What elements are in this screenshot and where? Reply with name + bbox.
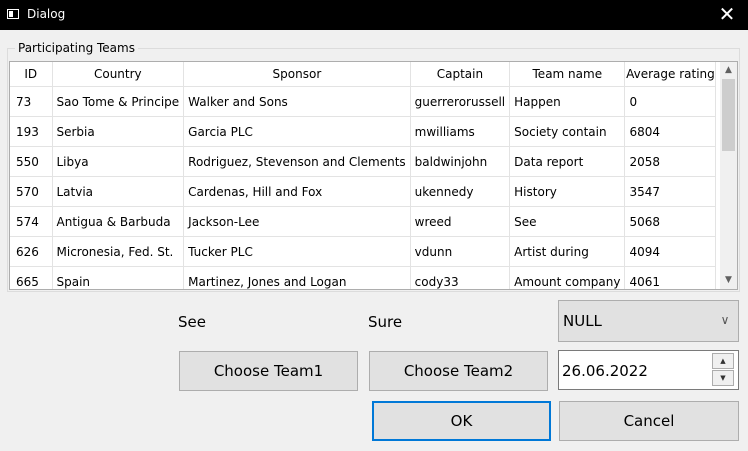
cell-sponsor[interactable]: Martinez, Jones and Logan bbox=[183, 266, 411, 289]
cell-team-name[interactable]: Happen bbox=[509, 86, 626, 117]
cell-id[interactable]: 665 bbox=[10, 266, 53, 289]
column-header-captain[interactable]: Captain bbox=[410, 62, 511, 87]
cell-country[interactable]: Serbia bbox=[52, 116, 185, 147]
choose-team1-button[interactable]: Choose Team1 bbox=[179, 351, 358, 391]
date-spin-buttons: ▲ ▼ bbox=[712, 353, 736, 387]
cell-id[interactable]: 570 bbox=[10, 176, 53, 207]
cell-captain[interactable]: mwilliams bbox=[410, 116, 511, 147]
spin-up-icon[interactable]: ▲ bbox=[712, 353, 734, 369]
column-header-sponsor[interactable]: Sponsor bbox=[183, 62, 411, 87]
cell-country[interactable]: Micronesia, Fed. St. bbox=[52, 236, 185, 267]
window-title: Dialog bbox=[27, 7, 66, 21]
cell-average-rating[interactable]: 4094 bbox=[624, 236, 717, 267]
scroll-down-icon[interactable]: ▼ bbox=[720, 272, 737, 289]
cell-id[interactable]: 550 bbox=[10, 146, 53, 177]
cell-sponsor[interactable]: Tucker PLC bbox=[183, 236, 411, 267]
cell-captain[interactable]: vdunn bbox=[410, 236, 511, 267]
title-bar: Dialog ✕ bbox=[0, 0, 748, 30]
cell-sponsor[interactable]: Cardenas, Hill and Fox bbox=[183, 176, 411, 207]
chevron-down-icon[interactable]: ∨ bbox=[718, 311, 732, 329]
cell-country[interactable]: Antigua & Barbuda bbox=[52, 206, 185, 237]
cell-captain[interactable]: ukennedy bbox=[410, 176, 511, 207]
cell-team-name[interactable]: See bbox=[509, 206, 626, 237]
scrollbar-thumb[interactable] bbox=[722, 79, 735, 151]
close-icon[interactable]: ✕ bbox=[716, 3, 738, 25]
table-row[interactable]: 665 Spain Martinez, Jones and Logan cody… bbox=[10, 266, 717, 289]
cell-country[interactable]: Latvia bbox=[52, 176, 185, 207]
cell-captain[interactable]: guerrerorussell bbox=[410, 86, 511, 117]
cell-average-rating[interactable]: 2058 bbox=[624, 146, 717, 177]
cell-captain[interactable]: wreed bbox=[410, 206, 511, 237]
table-header-row: ID Country Sponsor Captain Team name Ave… bbox=[10, 62, 717, 87]
cell-team-name[interactable]: Artist during bbox=[509, 236, 626, 267]
cell-sponsor[interactable]: Jackson-Lee bbox=[183, 206, 411, 237]
team2-label: Sure bbox=[368, 313, 403, 331]
scroll-up-icon[interactable]: ▲ bbox=[720, 62, 737, 79]
window-icon bbox=[7, 9, 19, 19]
cell-id[interactable]: 193 bbox=[10, 116, 53, 147]
cell-sponsor[interactable]: Garcia PLC bbox=[183, 116, 411, 147]
table-row[interactable]: 550 Libya Rodriguez, Stevenson and Cleme… bbox=[10, 146, 717, 177]
cell-country[interactable]: Sao Tome & Principe bbox=[52, 86, 185, 117]
table-row[interactable]: 626 Micronesia, Fed. St. Tucker PLC vdun… bbox=[10, 236, 717, 267]
cell-team-name[interactable]: History bbox=[509, 176, 626, 207]
cell-id[interactable]: 626 bbox=[10, 236, 53, 267]
cell-sponsor[interactable]: Rodriguez, Stevenson and Clements bbox=[183, 146, 411, 177]
column-header-country[interactable]: Country bbox=[52, 62, 185, 87]
cell-id[interactable]: 574 bbox=[10, 206, 53, 237]
cell-average-rating[interactable]: 3547 bbox=[624, 176, 717, 207]
teams-table[interactable]: ID Country Sponsor Captain Team name Ave… bbox=[9, 61, 738, 290]
cell-average-rating[interactable]: 0 bbox=[624, 86, 717, 117]
cell-captain[interactable]: baldwinjohn bbox=[410, 146, 511, 177]
group-title: Participating Teams bbox=[15, 41, 138, 55]
choose-team2-button[interactable]: Choose Team2 bbox=[369, 351, 548, 391]
table-row[interactable]: 193 Serbia Garcia PLC mwilliams Society … bbox=[10, 116, 717, 147]
spin-down-icon[interactable]: ▼ bbox=[712, 370, 734, 386]
cell-average-rating[interactable]: 4061 bbox=[624, 266, 717, 289]
cell-captain[interactable]: cody33 bbox=[410, 266, 511, 289]
cell-team-name[interactable]: Society contain bbox=[509, 116, 626, 147]
cell-sponsor[interactable]: Walker and Sons bbox=[183, 86, 411, 117]
ok-button[interactable]: OK bbox=[372, 401, 551, 441]
cell-id[interactable]: 73 bbox=[10, 86, 53, 117]
date-value: 26.06.2022 bbox=[562, 362, 648, 380]
date-edit[interactable]: 26.06.2022 ▲ ▼ bbox=[558, 350, 739, 390]
column-header-average-rating[interactable]: Average rating bbox=[624, 62, 717, 87]
cell-average-rating[interactable]: 5068 bbox=[624, 206, 717, 237]
column-header-id[interactable]: ID bbox=[10, 62, 53, 87]
table-row[interactable]: 570 Latvia Cardenas, Hill and Fox ukenne… bbox=[10, 176, 717, 207]
table-row[interactable]: 574 Antigua & Barbuda Jackson-Lee wreed … bbox=[10, 206, 717, 237]
combobox-value: NULL bbox=[563, 312, 602, 330]
column-header-team-name[interactable]: Team name bbox=[509, 62, 626, 87]
result-combobox[interactable]: NULL ∨ bbox=[558, 300, 739, 342]
cell-team-name[interactable]: Amount company bbox=[509, 266, 626, 289]
team1-label: See bbox=[178, 313, 206, 331]
cell-country[interactable]: Spain bbox=[52, 266, 185, 289]
cell-average-rating[interactable]: 6804 bbox=[624, 116, 717, 147]
table-row[interactable]: 73 Sao Tome & Principe Walker and Sons g… bbox=[10, 86, 717, 117]
cell-country[interactable]: Libya bbox=[52, 146, 185, 177]
vertical-scrollbar[interactable]: ▲ ▼ bbox=[720, 62, 737, 289]
cancel-button[interactable]: Cancel bbox=[559, 401, 739, 441]
cell-team-name[interactable]: Data report bbox=[509, 146, 626, 177]
